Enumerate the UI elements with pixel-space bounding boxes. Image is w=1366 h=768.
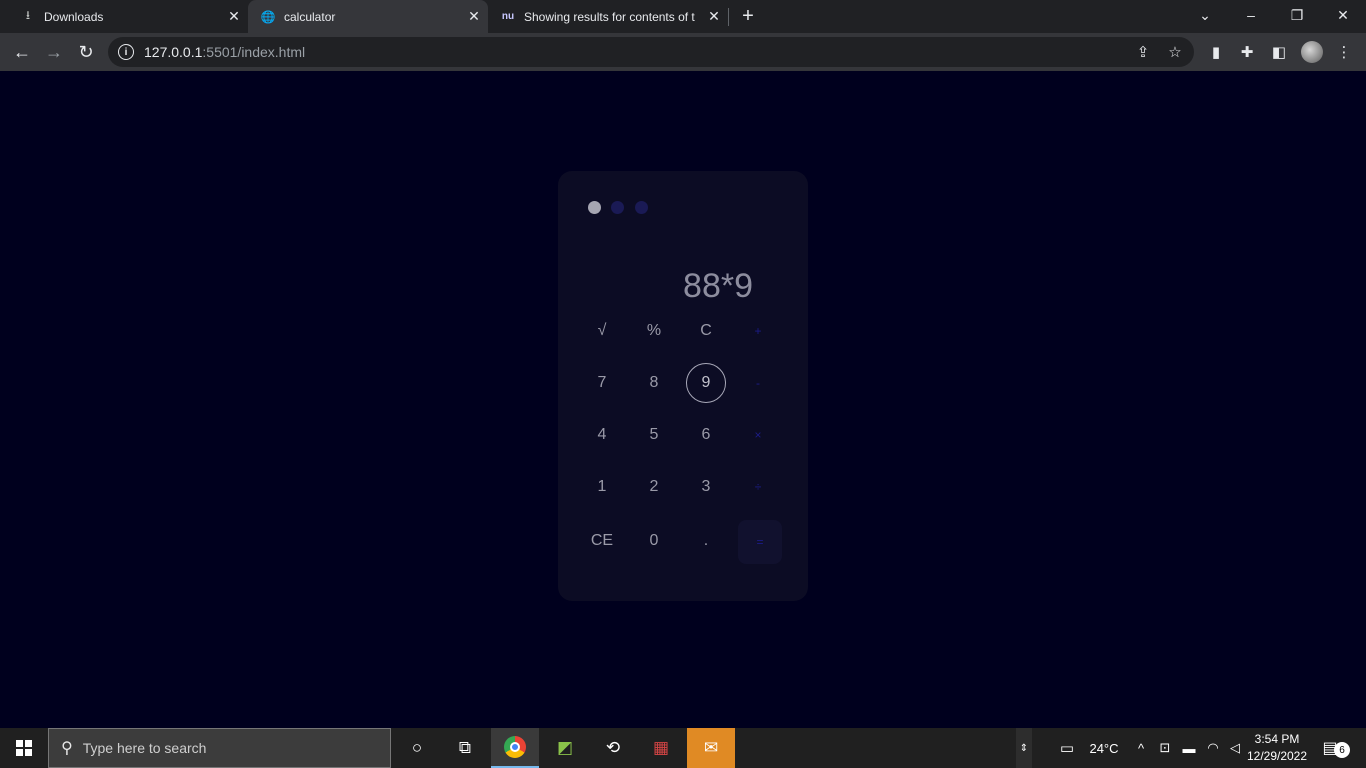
- calculator-panel: 88*9 √ % C + 7 8 9 - 4 5 6 × 1 2 3 ÷ CE …: [558, 171, 808, 601]
- weather-temperature[interactable]: 24°C: [1084, 728, 1124, 768]
- profile-avatar[interactable]: [1301, 41, 1323, 63]
- digit-9-button[interactable]: 9: [686, 363, 726, 403]
- close-tab-icon[interactable]: ✕: [466, 8, 482, 25]
- digit-7-button[interactable]: 7: [582, 363, 622, 403]
- notification-count-badge: 6: [1334, 742, 1350, 758]
- clock-date: 12/29/2022: [1246, 749, 1308, 763]
- reload-icon[interactable]: ↻: [72, 38, 100, 66]
- taskbar-search-box[interactable]: ⚲ Type here to search: [48, 728, 391, 768]
- weather-icon[interactable]: ▭: [1052, 728, 1082, 768]
- minimize-icon[interactable]: –: [1228, 0, 1274, 30]
- window-dot-1: [588, 201, 601, 214]
- browser-tab-strip: ⭳ Downloads ✕ 🌐 calculator ✕ nu Showing …: [0, 0, 1366, 33]
- digit-5-button[interactable]: 5: [634, 415, 674, 455]
- close-tab-icon[interactable]: ✕: [226, 8, 242, 25]
- decimal-button[interactable]: .: [686, 521, 726, 561]
- address-bar[interactable]: i 127.0.0.1 :5501/index.html ⇪ ☆: [108, 37, 1194, 67]
- download-icon: ⭳: [25, 8, 31, 22]
- volume-icon[interactable]: ◁: [1226, 728, 1244, 768]
- tab-title: calculator: [284, 9, 336, 24]
- clock-time: 3:54 PM: [1254, 732, 1300, 746]
- address-path: :5501/index.html: [202, 44, 306, 60]
- digit-0-button[interactable]: 0: [634, 521, 674, 561]
- site-info-icon[interactable]: i: [118, 44, 134, 60]
- digit-4-button[interactable]: 4: [582, 415, 622, 455]
- start-button[interactable]: [0, 728, 48, 768]
- battery-icon[interactable]: ▬: [1180, 728, 1198, 768]
- chrome-icon: [504, 736, 526, 758]
- windows-taskbar: ⚲ Type here to search ○ ⧉ ◩ ⟲ ▦ ✉ ⇕ ▭ 24…: [0, 728, 1366, 768]
- tab-search-icon[interactable]: ⌄: [1182, 0, 1228, 30]
- nu-favicon: nu: [501, 11, 515, 22]
- windows-logo-icon: [16, 740, 32, 756]
- mail-icon[interactable]: ✉: [687, 728, 735, 768]
- back-icon[interactable]: ←: [8, 38, 36, 66]
- tab-calculator[interactable]: 🌐 calculator ✕: [248, 0, 488, 33]
- restore-icon[interactable]: ❐: [1274, 0, 1320, 30]
- forward-icon[interactable]: →: [40, 38, 68, 66]
- chrome-taskbar-button[interactable]: [491, 728, 539, 768]
- bookmark-star-icon[interactable]: ☆: [1166, 43, 1184, 61]
- menu-kebab-icon[interactable]: ⋮: [1335, 43, 1353, 61]
- taskbar-clock[interactable]: 3:54 PM 12/29/2022: [1246, 731, 1308, 765]
- taskbar-scroll-icon[interactable]: ⇕: [1016, 728, 1032, 768]
- divide-button[interactable]: ÷: [738, 467, 778, 507]
- close-tab-icon[interactable]: ✕: [706, 8, 722, 25]
- extensions-puzzle-icon[interactable]: ✚: [1238, 43, 1256, 61]
- page-content: 88*9 √ % C + 7 8 9 - 4 5 6 × 1 2 3 ÷ CE …: [0, 71, 1366, 728]
- wifi-icon[interactable]: ◠: [1204, 728, 1222, 768]
- calculator-display: 88*9: [683, 267, 753, 305]
- window-dot-3: [635, 201, 648, 214]
- new-tab-button[interactable]: +: [736, 4, 760, 28]
- address-host: 127.0.0.1: [144, 44, 203, 60]
- digit-2-button[interactable]: 2: [634, 467, 674, 507]
- app-icon-green[interactable]: ◩: [541, 728, 589, 768]
- digit-8-button[interactable]: 8: [634, 363, 674, 403]
- winrar-icon[interactable]: ▦: [637, 728, 685, 768]
- app-icon-ring[interactable]: ⟲: [589, 728, 637, 768]
- search-icon: ⚲: [61, 740, 73, 757]
- extension-icon[interactable]: ▮: [1207, 43, 1225, 61]
- multiply-button[interactable]: ×: [738, 415, 778, 455]
- window-dot-2: [611, 201, 624, 214]
- meet-now-icon[interactable]: ⊡: [1156, 728, 1174, 768]
- cortana-icon[interactable]: ○: [393, 728, 441, 768]
- digit-1-button[interactable]: 1: [582, 467, 622, 507]
- share-icon[interactable]: ⇪: [1134, 43, 1152, 61]
- add-button[interactable]: +: [738, 311, 778, 351]
- clear-entry-button[interactable]: CE: [582, 521, 622, 561]
- browser-toolbar: ← → ↻ i 127.0.0.1 :5501/index.html ⇪ ☆ ▮…: [0, 33, 1366, 71]
- close-window-icon[interactable]: ✕: [1320, 0, 1366, 30]
- digit-3-button[interactable]: 3: [686, 467, 726, 507]
- globe-icon: 🌐: [260, 9, 276, 24]
- sqrt-button[interactable]: √: [582, 311, 622, 351]
- tab-downloads[interactable]: ⭳ Downloads ✕: [0, 0, 248, 33]
- equals-button[interactable]: =: [738, 520, 782, 564]
- search-placeholder: Type here to search: [82, 740, 207, 756]
- task-view-icon[interactable]: ⧉: [441, 728, 489, 768]
- digit-6-button[interactable]: 6: [686, 415, 726, 455]
- tab-separator: [728, 8, 729, 26]
- tab-search-results[interactable]: nu Showing results for contents of t ✕: [488, 0, 728, 33]
- show-hidden-icons[interactable]: ^: [1132, 728, 1150, 768]
- clear-button[interactable]: C: [686, 311, 726, 351]
- tab-title: Showing results for contents of t: [524, 9, 695, 24]
- percent-button[interactable]: %: [634, 311, 674, 351]
- side-panel-icon[interactable]: ◧: [1270, 43, 1288, 61]
- subtract-button[interactable]: -: [738, 363, 778, 403]
- tab-title: Downloads: [44, 9, 104, 24]
